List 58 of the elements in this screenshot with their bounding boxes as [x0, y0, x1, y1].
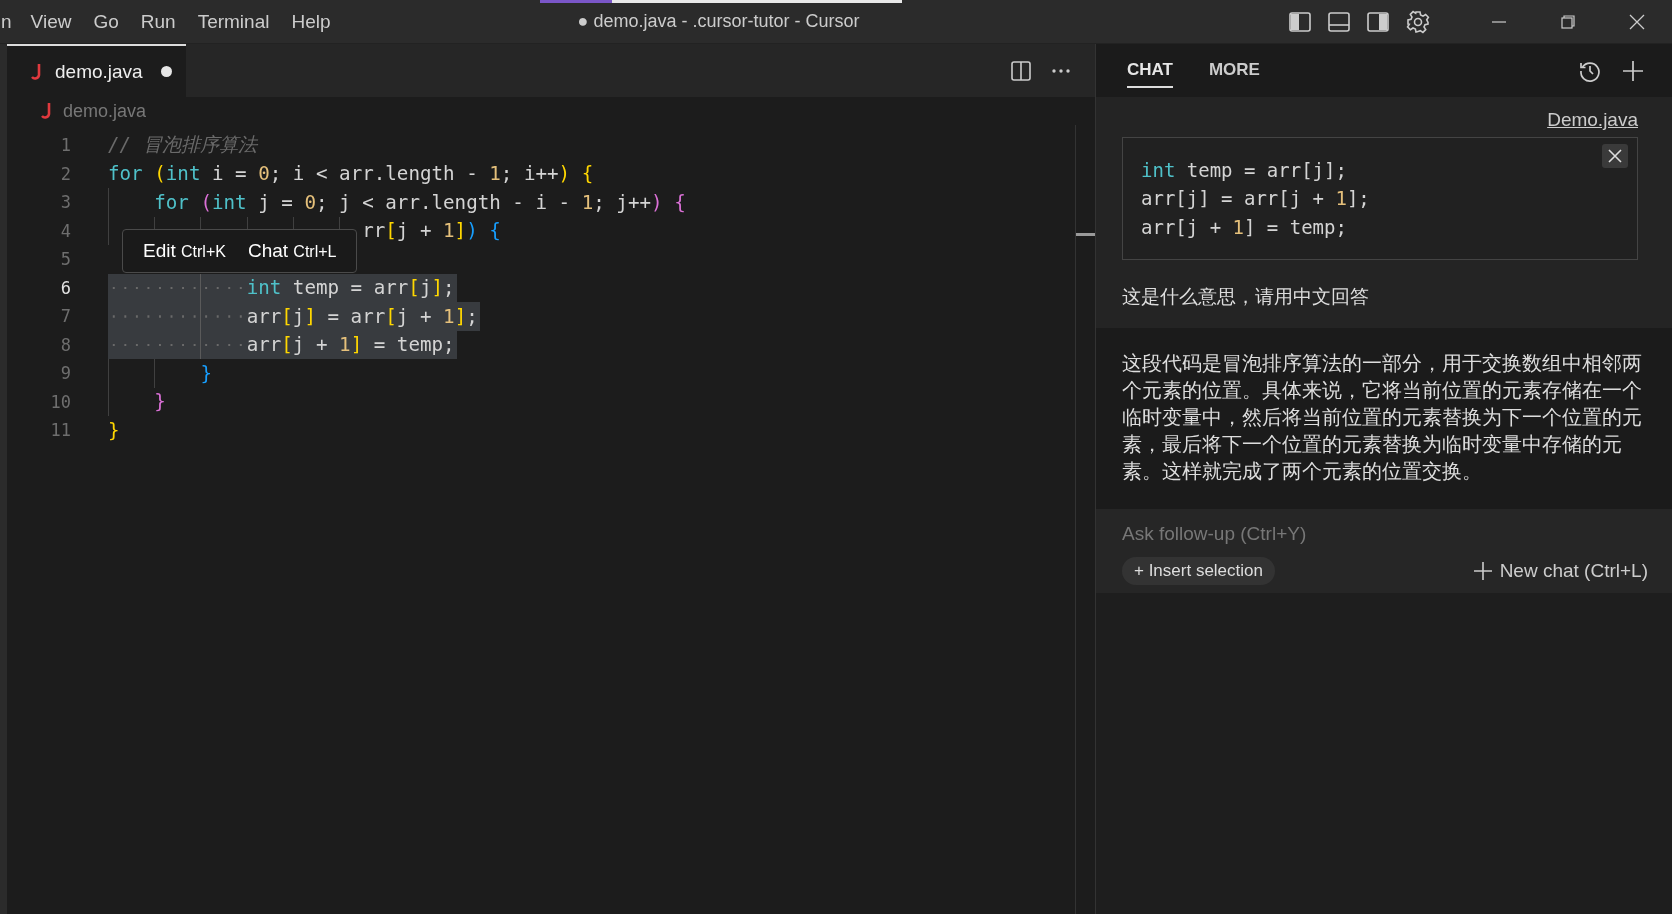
line-number: 1 [59, 135, 71, 156]
more-icon[interactable] [1051, 67, 1071, 74]
menu-item[interactable]: Run [129, 10, 187, 33]
code-line: for (int j = 0; j < arr.length - i - 1; j++) { [154, 190, 686, 214]
menu-item[interactable]: n [0, 10, 20, 33]
settings-icon[interactable] [1406, 9, 1430, 34]
insert-selection-button[interactable]: + Insert selection [1122, 557, 1275, 586]
code-line: // 冒泡排序算法 [108, 132, 257, 159]
code-line: arr[j + 1] = temp; [246, 333, 455, 357]
code-line: int temp = arr[j]; [246, 276, 455, 300]
user-question: 这是什么意思，请用中文回答 [1122, 284, 1370, 310]
follow-up-field[interactable]: Ask follow-up (Ctrl+Y) + Insert selection New chat (Ctrl+L) [1096, 509, 1672, 594]
popup-action-button[interactable]: Chat Ctrl+L [239, 240, 345, 262]
new-chat-button[interactable]: New chat (Ctrl+L) [1473, 560, 1648, 583]
code-line: } [108, 418, 120, 442]
line-number: 5 [59, 249, 71, 270]
code-line: } [200, 361, 212, 385]
window-title: ● demo.java - .cursor-tutor - Cursor [577, 11, 860, 32]
left-panel-toggle-icon[interactable] [1289, 11, 1311, 32]
java-file-icon [31, 62, 43, 81]
right-panel-toggle-icon[interactable] [1367, 11, 1389, 32]
file-link[interactable]: Demo.java [1547, 109, 1638, 131]
line-number: 10 [49, 391, 71, 412]
popup-action-button[interactable]: Edit Ctrl+K [135, 240, 234, 262]
line-number: 7 [59, 306, 71, 327]
line-number: 8 [59, 334, 71, 355]
breadcrumb-item[interactable]: demo.java [63, 100, 147, 122]
restore-icon[interactable] [1560, 13, 1576, 30]
bottom-panel-toggle-icon[interactable] [1328, 11, 1350, 32]
line-number: 3 [59, 192, 71, 213]
code-line: arr[j + 1] = temp; [1141, 214, 1348, 240]
add-icon[interactable] [1622, 59, 1644, 82]
code-line: } [154, 390, 166, 414]
line-number: 6 [59, 277, 71, 298]
line-number: 2 [59, 163, 71, 184]
code-line: for (int i = 0; i < arr.length - 1; i++) { [108, 162, 594, 186]
menu-item[interactable]: View [19, 10, 83, 33]
menu-item[interactable]: Terminal [186, 10, 281, 33]
menu-item[interactable]: Go [82, 10, 130, 33]
code-line: arr[j] = arr[j + 1]; [246, 304, 478, 328]
unsaved-dot-icon[interactable] [160, 66, 172, 77]
code-line: rr[j + 1]) { [362, 219, 501, 243]
java-file-icon [41, 102, 53, 120]
close-button[interactable] [1602, 144, 1628, 168]
chat-panel-tab[interactable]: CHAT [1127, 53, 1173, 88]
line-number: 9 [59, 363, 71, 384]
close-icon[interactable] [1629, 13, 1645, 30]
code-line: int temp = arr[j]; [1141, 158, 1348, 183]
line-number: 4 [59, 220, 71, 241]
menu-item[interactable]: Help [280, 10, 342, 33]
ruler-cursor-mark [1076, 233, 1095, 236]
line-number: 11 [49, 420, 71, 441]
editor-tab[interactable]: demo.java [7, 44, 186, 97]
chat-panel-tab[interactable]: MORE [1208, 53, 1260, 88]
plus-icon [1473, 562, 1492, 581]
split-editor-icon[interactable] [1011, 60, 1031, 81]
code-line: arr[j] = arr[j + 1]; [1141, 186, 1371, 212]
close-icon [1608, 149, 1622, 163]
